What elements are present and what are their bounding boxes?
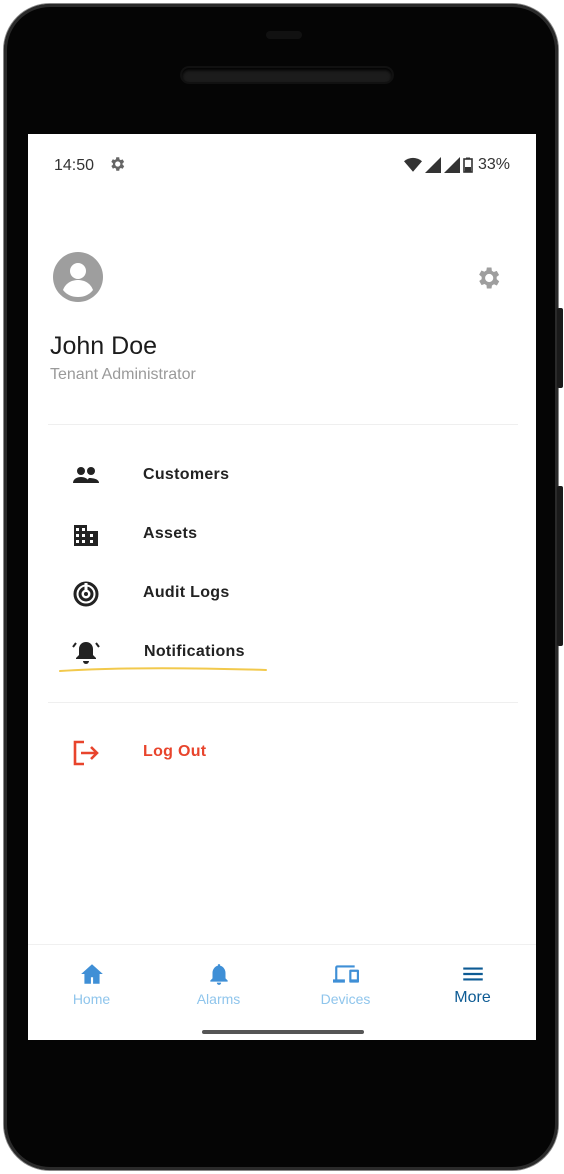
divider — [48, 424, 518, 425]
wifi-icon — [403, 157, 422, 172]
notifications-icon — [71, 638, 101, 668]
status-time: 14:50 — [54, 157, 95, 174]
menu-item-audit-logs[interactable]: Audit Logs — [48, 568, 518, 618]
battery-percent: 33% — [477, 156, 510, 173]
logout-button[interactable]: Log Out — [48, 727, 518, 777]
side-button — [557, 308, 563, 388]
user-role: Tenant Administrator — [50, 366, 196, 383]
nav-label: Devices — [320, 991, 371, 1007]
divider — [48, 702, 518, 703]
nav-home[interactable]: Home — [28, 945, 155, 1025]
bottom-navigation: Home Alarms Devices More — [28, 944, 536, 1040]
nav-more[interactable]: More — [409, 945, 536, 1025]
sync-icon — [108, 155, 126, 178]
nav-label: More — [454, 989, 491, 1006]
volume-button — [557, 486, 563, 646]
devices-icon — [332, 965, 359, 983]
user-name: John Doe — [50, 332, 158, 360]
signal-icon — [424, 157, 441, 173]
home-indicator[interactable] — [202, 1030, 364, 1034]
battery-icon — [463, 157, 473, 173]
menu-label: Notifications — [144, 643, 245, 660]
signal-icon — [443, 157, 460, 173]
nav-label: Home — [72, 991, 111, 1007]
assets-icon — [71, 520, 101, 550]
audit-logs-icon — [71, 579, 101, 609]
menu-label: Assets — [143, 525, 198, 542]
menu-icon — [462, 967, 483, 981]
nav-alarms[interactable]: Alarms — [155, 945, 282, 1025]
logout-label: Log Out — [143, 743, 207, 760]
speaker-grille — [182, 68, 392, 82]
logout-icon — [71, 738, 101, 768]
status-bar: 14:50 33% — [28, 134, 536, 196]
notification-highlight-underline — [59, 667, 267, 672]
earpiece — [266, 31, 302, 39]
menu-item-assets[interactable]: Assets — [48, 509, 518, 559]
menu-label: Audit Logs — [143, 584, 230, 601]
nav-devices[interactable]: Devices — [282, 945, 409, 1025]
customers-icon — [71, 461, 101, 491]
settings-gear-icon[interactable] — [474, 264, 502, 292]
menu-item-customers[interactable]: Customers — [48, 450, 518, 500]
app-screen: 14:50 33% John Doe Tenant Administrator — [28, 134, 536, 1040]
avatar[interactable] — [53, 252, 103, 302]
nav-label: Alarms — [196, 991, 241, 1007]
home-icon — [80, 964, 103, 984]
menu-label: Customers — [143, 466, 230, 483]
system-icons: 33% — [403, 156, 510, 174]
bell-icon — [209, 964, 228, 985]
